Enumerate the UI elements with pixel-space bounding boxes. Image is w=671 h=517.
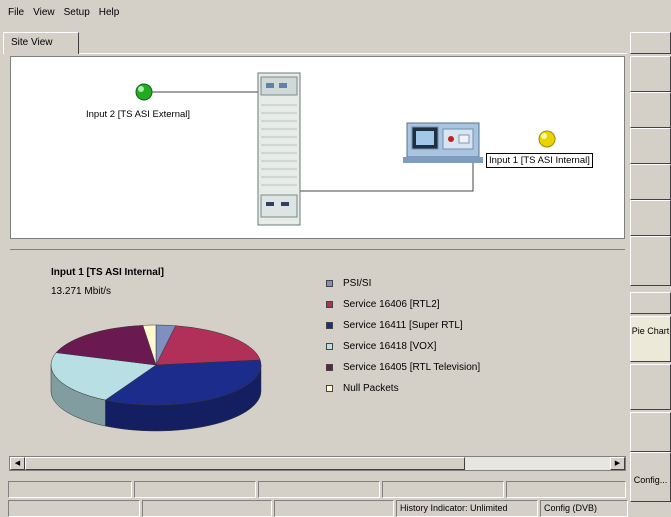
input2-label[interactable]: Input 2 [TS ASI External] <box>86 109 190 120</box>
rack-device-icon <box>257 72 301 226</box>
input2-status-highlight <box>138 86 144 92</box>
legend-item: Service 16405 [RTL Television] <box>326 362 480 373</box>
menu-bar: File View Setup Help <box>0 0 671 24</box>
legend-swatch <box>326 322 333 329</box>
tab-site-view[interactable]: Site View <box>3 32 79 54</box>
scroll-right-button[interactable]: ▶ <box>610 457 625 470</box>
menu-view[interactable]: View <box>33 7 55 18</box>
pie-chart <box>50 324 262 432</box>
side-button-11[interactable] <box>630 412 671 452</box>
legend-swatch <box>326 301 333 308</box>
pie-chart-button[interactable]: Pie Chart <box>630 316 671 362</box>
status-cell-8 <box>274 500 394 517</box>
status-cell-2 <box>134 481 256 498</box>
legend-label: Service 16418 [VOX] <box>343 341 437 352</box>
status-cell-6 <box>8 500 140 517</box>
side-button-1[interactable] <box>630 32 671 54</box>
tab-divider <box>79 53 627 54</box>
legend-swatch <box>326 364 333 371</box>
status-cell-1 <box>8 481 132 498</box>
input1-status-highlight <box>541 133 547 139</box>
side-button-8[interactable] <box>630 292 671 314</box>
legend-item: Null Packets <box>326 383 399 394</box>
chart-title: Input 1 [TS ASI Internal] <box>51 267 164 278</box>
chart-rate: 13.271 Mbit/s <box>51 286 112 297</box>
status-cell-5 <box>506 481 626 498</box>
legend-swatch <box>326 343 333 350</box>
legend-label: Service 16406 [RTL2] <box>343 299 440 310</box>
legend-item: Service 16411 [Super RTL] <box>326 320 463 331</box>
scroll-left-button[interactable]: ◀ <box>10 457 25 470</box>
legend-label: Service 16405 [RTL Television] <box>343 362 481 373</box>
status-cell-3 <box>258 481 380 498</box>
menu-help[interactable]: Help <box>99 7 120 18</box>
legend-item: Service 16418 [VOX] <box>326 341 436 352</box>
history-indicator: History Indicator: Unlimited <box>396 500 538 517</box>
side-button-3[interactable] <box>630 92 671 128</box>
config-status: Config (DVB) <box>540 500 628 517</box>
chart-panel: Input 1 [TS ASI Internal] 13.271 Mbit/s … <box>10 249 625 456</box>
config-button[interactable]: Config... <box>630 452 671 502</box>
status-cell-7 <box>142 500 272 517</box>
legend-item: Service 16406 [RTL2] <box>326 299 440 310</box>
menu-setup[interactable]: Setup <box>64 7 90 18</box>
legend-swatch <box>326 280 333 287</box>
legend-item: PSI/SI <box>326 278 371 289</box>
input1-label[interactable]: Input 1 [TS ASI Internal] <box>486 153 593 168</box>
side-button-6[interactable] <box>630 200 671 236</box>
menu-file[interactable]: File <box>8 7 24 18</box>
side-button-10[interactable] <box>630 364 671 410</box>
side-button-5[interactable] <box>630 164 671 200</box>
side-button-4[interactable] <box>630 128 671 164</box>
analyzer-device-icon <box>403 122 483 163</box>
legend-label: PSI/SI <box>343 278 372 289</box>
side-button-7[interactable] <box>630 236 671 286</box>
legend-label: Null Packets <box>343 383 399 394</box>
scroll-thumb[interactable] <box>25 457 465 470</box>
status-cell-4 <box>382 481 504 498</box>
legend-label: Service 16411 [Super RTL] <box>343 320 463 331</box>
site-diagram <box>135 72 556 226</box>
input2-status-icon <box>135 83 153 101</box>
legend-swatch <box>326 385 333 392</box>
horizontal-scrollbar[interactable]: ◀ ▶ <box>9 456 626 471</box>
site-view-panel: Input 2 [TS ASI External] Input 1 [TS AS… <box>10 56 625 239</box>
input1-status-icon <box>538 130 556 148</box>
side-button-2[interactable] <box>630 56 671 92</box>
